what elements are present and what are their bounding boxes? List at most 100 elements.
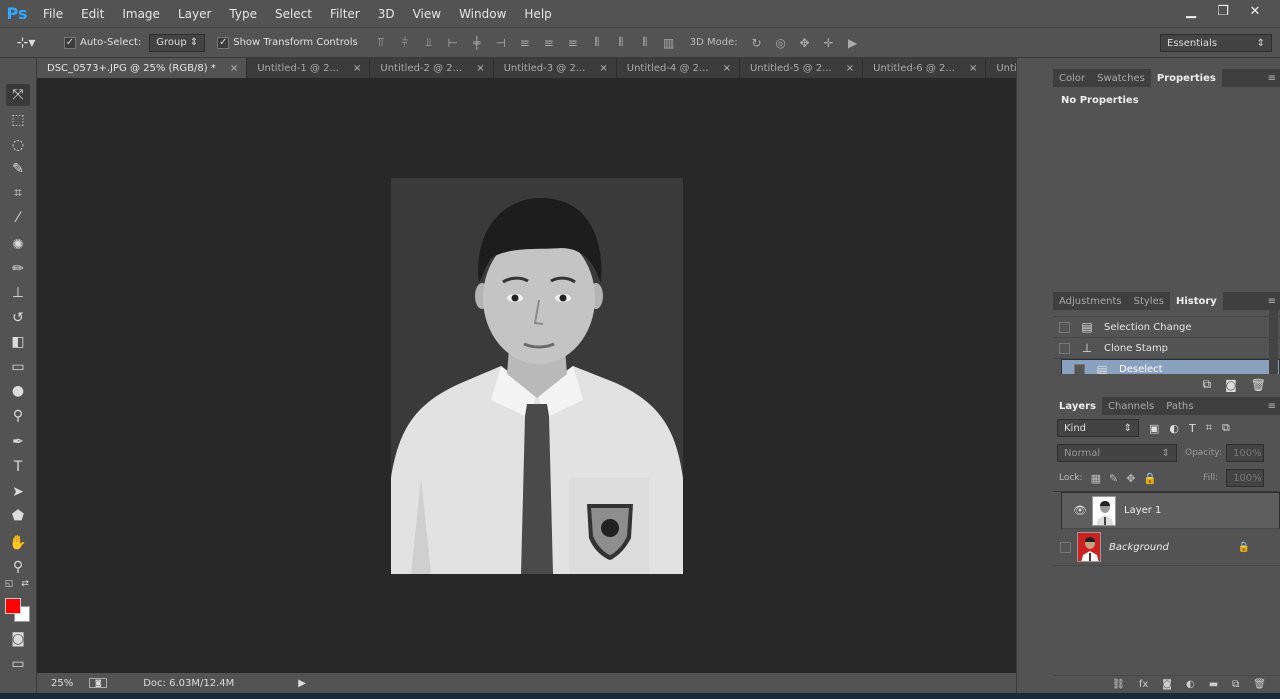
tab-properties[interactable]: Properties	[1150, 69, 1222, 87]
healing-brush-tool-icon[interactable]: ✺	[6, 234, 30, 256]
history-scrollbar[interactable]	[1269, 310, 1278, 374]
lock-position-icon[interactable]: ✥	[1126, 472, 1135, 485]
lock-transparent-icon[interactable]: ▦	[1091, 472, 1101, 485]
history-item[interactable]: ▤ Selection Change	[1053, 317, 1280, 338]
layer-row-background[interactable]: Background 🔒	[1053, 529, 1280, 566]
tab-history[interactable]: History	[1169, 292, 1223, 310]
dodge-tool-icon[interactable]: ⚲	[6, 405, 30, 427]
distribute-bottom-icon[interactable]: ≡	[564, 35, 582, 51]
distribute-vcenter-icon[interactable]: ≡	[540, 35, 558, 51]
menu-layer[interactable]: Layer	[169, 0, 220, 27]
align-right-icon[interactable]: ⊣	[492, 35, 510, 51]
history-checkbox[interactable]	[1074, 364, 1085, 374]
menu-file[interactable]: File	[34, 0, 72, 27]
distribute-hcenter-icon[interactable]: ⦀	[612, 35, 630, 51]
distribute-left-icon[interactable]: ⦀	[588, 35, 606, 51]
brush-tool-icon[interactable]: ✏	[6, 258, 30, 280]
restore-button[interactable]: ❐	[1208, 2, 1238, 20]
history-checkbox[interactable]	[1059, 321, 1070, 333]
pen-tool-icon[interactable]: ✒	[6, 431, 30, 453]
distribute-right-icon[interactable]: ⦀	[636, 35, 654, 51]
status-icon[interactable]: ◙	[89, 678, 108, 688]
close-icon[interactable]: ×	[353, 63, 361, 74]
align-bottom-icon[interactable]: ⫫	[420, 35, 438, 51]
3d-roll-icon[interactable]: ◎	[772, 35, 790, 51]
opacity-input[interactable]: 100%	[1226, 444, 1264, 462]
blend-mode-dropdown[interactable]: Normal ⇕	[1057, 444, 1177, 462]
new-document-from-state-icon[interactable]: ⧉	[1203, 377, 1212, 392]
eraser-tool-icon[interactable]: ◧	[6, 331, 30, 353]
history-brush-tool-icon[interactable]: ↺	[6, 307, 30, 329]
quick-select-tool-icon[interactable]: ✎	[6, 158, 30, 180]
menu-type[interactable]: Type	[220, 0, 266, 27]
blur-tool-icon[interactable]: ●	[6, 380, 30, 402]
panel-menu-icon[interactable]: ≡	[1268, 296, 1276, 307]
tab-styles[interactable]: Styles	[1128, 292, 1170, 310]
clone-stamp-tool-icon[interactable]: ⊥	[6, 282, 30, 304]
layer-style-fx-icon[interactable]: fx	[1139, 679, 1148, 690]
align-hcenter-icon[interactable]: ╪	[468, 35, 486, 51]
auto-align-icon[interactable]: ▥	[660, 35, 678, 51]
3d-slide-icon[interactable]: ✛	[820, 35, 838, 51]
tab-channels[interactable]: Channels	[1102, 397, 1160, 415]
auto-select-checkbox[interactable]: ✓ Auto-Select:	[64, 36, 141, 49]
close-icon[interactable]: ×	[969, 63, 977, 74]
close-icon[interactable]: ×	[723, 63, 731, 74]
distribute-top-icon[interactable]: ≡	[516, 35, 534, 51]
filter-type-icon[interactable]: T	[1189, 422, 1196, 435]
path-select-tool-icon[interactable]: ➤	[6, 481, 30, 503]
menu-view[interactable]: View	[404, 0, 450, 27]
align-left-icon[interactable]: ⊢	[444, 35, 462, 51]
filter-adjustment-icon[interactable]: ◐	[1169, 422, 1179, 435]
move-tool-preset-icon[interactable]: ⊹▾	[0, 35, 52, 51]
close-icon[interactable]: ×	[476, 63, 484, 74]
layer-name[interactable]: Layer 1	[1124, 505, 1161, 516]
tab-untitled-5[interactable]: Untitled-5 @ 2... ×	[740, 58, 864, 78]
tab-layers[interactable]: Layers	[1053, 397, 1102, 415]
history-checkbox[interactable]	[1059, 342, 1070, 354]
auto-select-dropdown[interactable]: Group ⇕	[149, 33, 206, 52]
snapshot-camera-icon[interactable]: ◙	[1225, 378, 1237, 392]
menu-window[interactable]: Window	[450, 0, 515, 27]
quick-mask-icon[interactable]: ◙	[6, 628, 30, 650]
align-vcenter-icon[interactable]: ⫩	[396, 35, 414, 51]
gradient-tool-icon[interactable]: ▭	[6, 356, 30, 378]
panel-menu-icon[interactable]: ≡	[1268, 73, 1276, 84]
close-icon[interactable]: ×	[599, 63, 607, 74]
screen-mode-icon[interactable]: ▭	[6, 653, 30, 675]
tab-paths[interactable]: Paths	[1160, 397, 1199, 415]
minimize-button[interactable]: ▁	[1176, 2, 1206, 20]
trash-icon[interactable]: 🗑	[1253, 679, 1266, 690]
close-icon[interactable]: ×	[846, 63, 854, 74]
foreground-color-swatch[interactable]	[5, 598, 21, 614]
history-item[interactable]: ⊥ Clone Stamp	[1053, 338, 1280, 359]
menu-edit[interactable]: Edit	[72, 0, 113, 27]
tab-untitled-3[interactable]: Untitled-3 @ 2... ×	[494, 58, 617, 78]
menu-filter[interactable]: Filter	[321, 0, 369, 27]
menu-select[interactable]: Select	[266, 0, 321, 27]
default-colors-icon[interactable]: ◱	[2, 578, 16, 590]
lock-all-icon[interactable]: 🔒	[1143, 472, 1157, 485]
move-tool-icon[interactable]: ⤧	[6, 84, 30, 106]
tab-adjustments[interactable]: Adjustments	[1053, 292, 1128, 310]
status-menu-arrow-icon[interactable]: ▶	[298, 678, 306, 689]
link-layers-icon[interactable]: ⛓	[1112, 679, 1125, 690]
crop-tool-icon[interactable]: ⌗	[6, 182, 30, 204]
menu-help[interactable]: Help	[515, 0, 560, 27]
marquee-tool-icon[interactable]: ⬚	[6, 109, 30, 131]
swap-colors-icon[interactable]: ⇄	[18, 578, 32, 590]
align-top-icon[interactable]: ⫪	[372, 35, 390, 51]
menu-3d[interactable]: 3D	[369, 0, 404, 27]
eyedropper-tool-icon[interactable]: ⁄	[6, 207, 30, 229]
hand-tool-icon[interactable]: ✋	[6, 532, 30, 554]
history-item-selected[interactable]: ▤ Deselect	[1061, 359, 1280, 374]
add-mask-icon[interactable]: ◙	[1162, 679, 1172, 690]
new-group-folder-icon[interactable]: ▬	[1209, 679, 1218, 690]
shape-tool-icon[interactable]: ⬟	[6, 505, 30, 527]
zoom-tool-icon[interactable]: ⚲	[6, 556, 30, 578]
layer-row-layer-1[interactable]: 👁 Layer 1	[1061, 492, 1280, 529]
close-icon[interactable]: ×	[230, 63, 238, 74]
filter-pixel-icon[interactable]: ▣	[1149, 422, 1159, 435]
visibility-toggle[interactable]	[1053, 541, 1077, 553]
trash-icon[interactable]: 🗑	[1251, 378, 1266, 392]
